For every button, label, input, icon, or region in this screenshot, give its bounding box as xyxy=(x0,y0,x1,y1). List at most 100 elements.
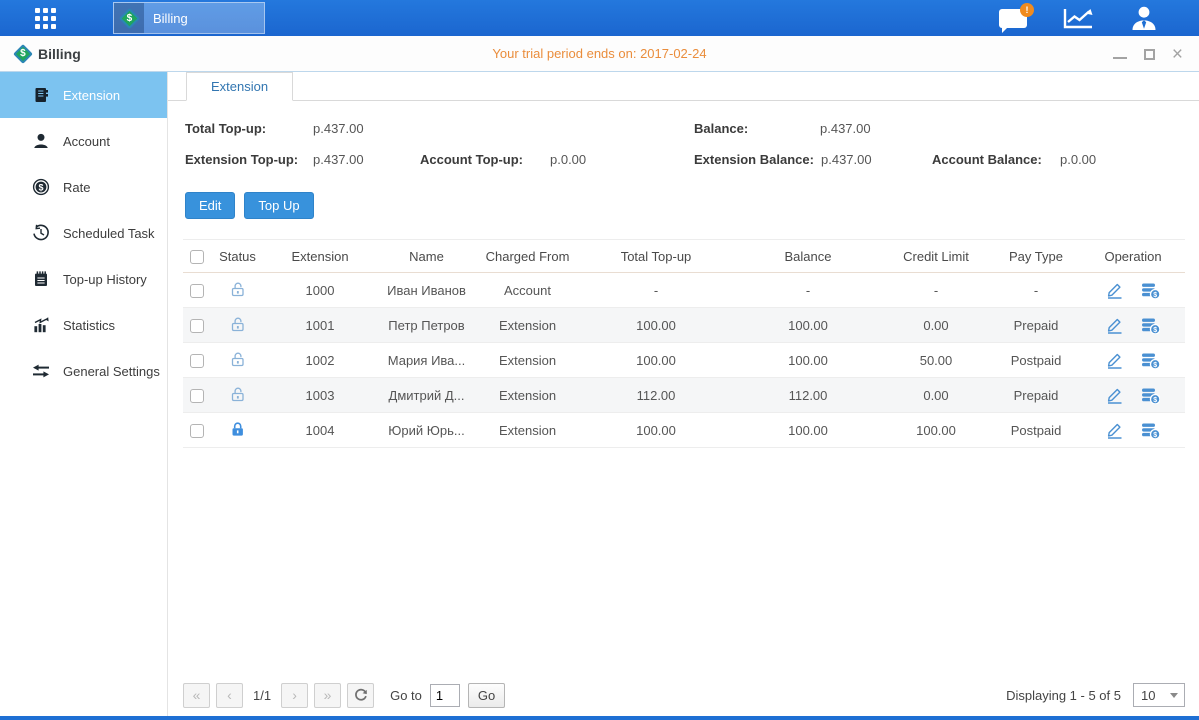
edit-button[interactable]: Edit xyxy=(185,192,235,219)
table-row[interactable]: 1001 Петр Петров Extension 100.00 100.00… xyxy=(183,308,1185,343)
table-row[interactable]: 1003 Дмитрий Д... Extension 112.00 112.0… xyxy=(183,378,1185,413)
topup-row-icon[interactable] xyxy=(1141,387,1160,404)
cell-credit-limit: 50.00 xyxy=(881,343,991,378)
column-header-total-topup[interactable]: Total Top-up xyxy=(577,240,735,273)
edit-row-icon[interactable] xyxy=(1106,352,1123,369)
svg-text:$: $ xyxy=(38,182,43,192)
topup-row-icon[interactable] xyxy=(1141,282,1160,299)
unlocked-icon xyxy=(229,316,246,332)
person-icon xyxy=(31,132,50,151)
row-checkbox[interactable] xyxy=(190,284,204,298)
cell-pay-type: Prepaid xyxy=(991,378,1081,413)
edit-row-icon[interactable] xyxy=(1106,317,1123,334)
column-header-operation[interactable]: Operation xyxy=(1081,240,1185,273)
cell-balance: - xyxy=(735,273,881,308)
edit-row-icon[interactable] xyxy=(1106,282,1123,299)
trial-notice: Your trial period ends on: 2017-02-24 xyxy=(0,46,1199,61)
notification-badge: ! xyxy=(1020,3,1034,17)
billing-diamond-icon: $ xyxy=(13,44,33,64)
last-page-button[interactable]: » xyxy=(314,683,341,708)
cell-pay-type: - xyxy=(991,273,1081,308)
cell-pay-type: Prepaid xyxy=(991,308,1081,343)
maximize-button[interactable] xyxy=(1144,49,1155,60)
top-up-button[interactable]: Top Up xyxy=(244,192,313,219)
topup-row-icon[interactable] xyxy=(1141,317,1160,334)
goto-label: Go to xyxy=(390,688,422,703)
window-bottom-border xyxy=(0,716,1199,720)
reports-chart-icon[interactable] xyxy=(1061,6,1095,30)
next-page-button[interactable]: › xyxy=(281,683,308,708)
account-topup-label: Account Top-up: xyxy=(420,152,550,167)
tab-extension[interactable]: Extension xyxy=(186,72,293,101)
sidebar-item-rate[interactable]: $ Rate xyxy=(0,164,167,210)
column-header-status[interactable]: Status xyxy=(210,240,265,273)
topup-row-icon[interactable] xyxy=(1141,352,1160,369)
transfer-arrows-icon xyxy=(31,362,50,381)
goto-page-input[interactable] xyxy=(430,684,460,707)
row-checkbox[interactable] xyxy=(190,319,204,333)
summary-panel: Total Top-up: p.437.00 Balance: p.437.00… xyxy=(168,101,1199,171)
select-all-checkbox[interactable] xyxy=(190,250,204,264)
sidebar-item-label: Scheduled Task xyxy=(63,226,155,241)
account-balance-label: Account Balance: xyxy=(932,152,1060,167)
extension-balance-value: p.437.00 xyxy=(821,152,932,167)
edit-row-icon[interactable] xyxy=(1106,387,1123,404)
close-button[interactable]: × xyxy=(1172,45,1183,64)
notepad-icon xyxy=(31,270,50,289)
column-header-charged-from[interactable]: Charged From xyxy=(478,240,577,273)
dollar-circle-icon: $ xyxy=(31,178,50,197)
sidebar-item-account[interactable]: Account xyxy=(0,118,167,164)
cell-name: Мария Ива... xyxy=(375,343,478,378)
column-header-name[interactable]: Name xyxy=(375,240,478,273)
row-checkbox[interactable] xyxy=(190,389,204,403)
sidebar-item-general-settings[interactable]: General Settings xyxy=(0,348,167,394)
billing-app-window: $ Billing ! xyxy=(0,0,1199,720)
sidebar-item-statistics[interactable]: Statistics xyxy=(0,302,167,348)
first-page-button[interactable]: « xyxy=(183,683,210,708)
app-launcher-icon[interactable] xyxy=(35,8,69,29)
page-size-select[interactable]: 10 xyxy=(1133,683,1185,707)
cell-extension: 1000 xyxy=(265,273,375,308)
column-header-balance[interactable]: Balance xyxy=(735,240,881,273)
sidebar-item-label: Top-up History xyxy=(63,272,147,287)
unlocked-icon xyxy=(229,386,246,402)
unlocked-icon xyxy=(229,351,246,367)
minimize-button[interactable] xyxy=(1113,57,1127,59)
sidebar-item-scheduled-task[interactable]: Scheduled Task xyxy=(0,210,167,256)
unlocked-icon xyxy=(229,281,246,297)
column-header-credit-limit[interactable]: Credit Limit xyxy=(881,240,991,273)
cell-pay-type: Postpaid xyxy=(991,413,1081,448)
user-account-icon[interactable] xyxy=(1129,5,1159,31)
cell-credit-limit: 100.00 xyxy=(881,413,991,448)
row-checkbox[interactable] xyxy=(190,424,204,438)
topup-row-icon[interactable] xyxy=(1141,422,1160,439)
cell-pay-type: Postpaid xyxy=(991,343,1081,378)
sidebar-item-label: Account xyxy=(63,134,110,149)
column-header-pay-type[interactable]: Pay Type xyxy=(991,240,1081,273)
locked-icon xyxy=(229,421,246,437)
tab-label: Extension xyxy=(211,79,268,94)
messages-icon[interactable]: ! xyxy=(999,9,1027,28)
go-button[interactable]: Go xyxy=(468,683,505,708)
cell-name: Иван Иванов xyxy=(375,273,478,308)
taskbar-tab-billing[interactable]: $ Billing xyxy=(113,2,265,34)
sidebar-item-label: Extension xyxy=(63,88,120,103)
bar-chart-icon xyxy=(31,316,50,335)
sidebar-item-extension[interactable]: Extension xyxy=(0,72,167,118)
sidebar-item-topup-history[interactable]: Top-up History xyxy=(0,256,167,302)
row-checkbox[interactable] xyxy=(190,354,204,368)
sidebar: Extension Account $ Rate Scheduled Task xyxy=(0,72,168,716)
table-row[interactable]: 1004 Юрий Юрь... Extension 100.00 100.00… xyxy=(183,413,1185,448)
account-balance-value: p.0.00 xyxy=(1060,152,1096,167)
pagination-bar: « ‹ 1/1 › » Go to Go Displaying 1 - 5 of… xyxy=(183,682,1185,708)
cell-total-topup: 112.00 xyxy=(577,378,735,413)
prev-page-button[interactable]: ‹ xyxy=(216,683,243,708)
cell-credit-limit: 0.00 xyxy=(881,378,991,413)
table-row[interactable]: 1000 Иван Иванов Account - - - - xyxy=(183,273,1185,308)
column-header-extension[interactable]: Extension xyxy=(265,240,375,273)
table-row[interactable]: 1002 Мария Ива... Extension 100.00 100.0… xyxy=(183,343,1185,378)
edit-row-icon[interactable] xyxy=(1106,422,1123,439)
refresh-icon[interactable] xyxy=(347,683,374,708)
page-indicator: 1/1 xyxy=(253,688,271,703)
extension-topup-label: Extension Top-up: xyxy=(185,152,313,167)
